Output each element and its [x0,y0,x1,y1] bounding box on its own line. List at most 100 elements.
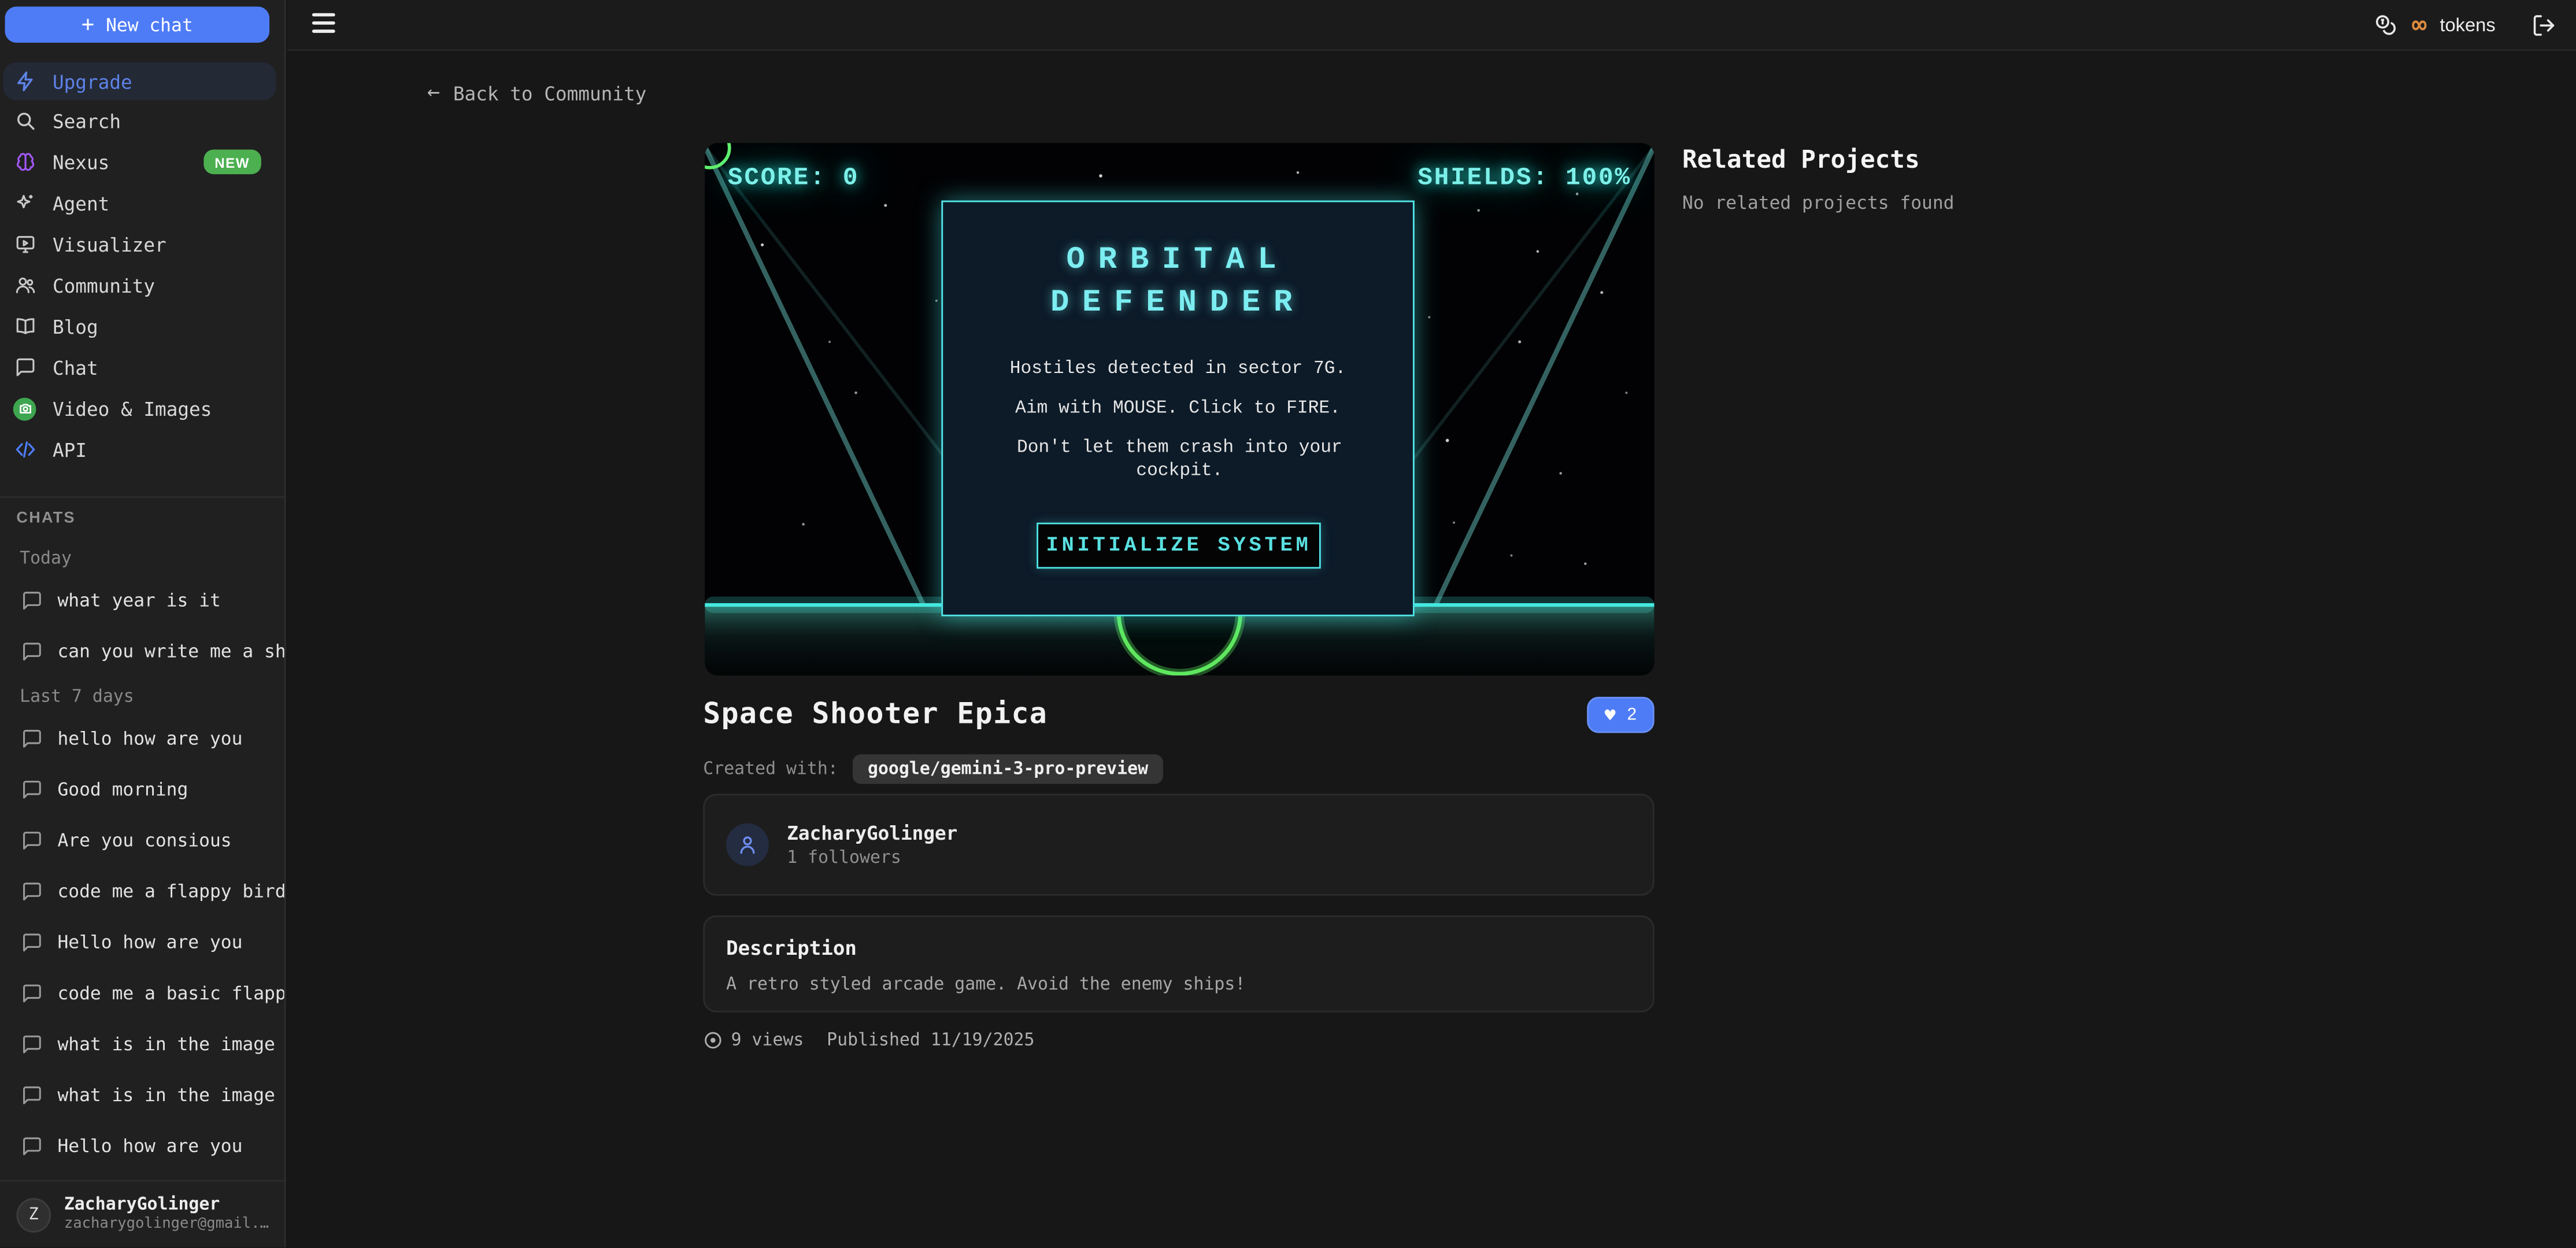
chat-bubble-icon [13,356,36,379]
eye-icon [703,1031,723,1050]
sidebar: + New chat Upgrade Search Nexus [0,0,286,1248]
chat-list-item[interactable]: what is in the image [0,1019,284,1070]
new-chat-label: New chat [106,14,193,35]
chat-bubble-icon [20,778,43,802]
search-icon [13,109,36,132]
sidebar-item-video-images[interactable]: Video & Images [0,388,284,429]
chat-item-label: what year is it [57,590,220,611]
related-projects-heading: Related Projects [1682,145,1920,174]
game-preview[interactable]: SCORE: 0 SHIELDS: 100% ORBITAL DEFENDER … [705,143,1655,675]
brain-icon [13,150,36,173]
heart-icon: ♥ [1605,706,1616,724]
app-root: + New chat Upgrade Search Nexus [0,0,2576,1248]
chat-item-label: code me a flappy bird gam [57,881,284,902]
sidebar-divider [0,496,284,498]
author-followers: 1 followers [787,846,957,870]
chat-bubble-icon [20,727,43,750]
zap-icon [13,70,36,93]
sidebar-item-label: API [53,438,87,461]
topbar-right: ∞ tokens [2374,0,2556,51]
published-label: Published 11/19/2025 [827,1031,1034,1050]
chat-item-label: hello how are you [57,728,242,749]
meta-row: 9 views Published 11/19/2025 [703,1031,1034,1050]
game-text-line1: Hostiles detected in sector 7G. [943,360,1413,379]
chats-header: CHATS [16,509,75,527]
sidebar-nav: Upgrade Search Nexus NEW Agent [0,62,284,470]
sidebar-item-agent[interactable]: Agent [0,182,284,223]
sidebar-item-label: Search [53,109,121,132]
chat-list-item[interactable]: what is in the image [0,1070,284,1121]
menu-icon[interactable] [312,13,335,33]
shields-label: SHIELDS: 100% [1417,164,1631,192]
game-text-line2: Aim with MOUSE. Click to FIRE. [943,400,1413,419]
chat-item-label: Hello how are you [57,932,242,953]
like-count: 2 [1627,705,1637,725]
logout-icon[interactable] [2531,13,2556,38]
game-text-line3: Don't let them crash into your cockpit. [982,437,1376,483]
chat-list-item[interactable]: code me a basic flappy bi [0,968,284,1019]
game-title-line2: DEFENDER [943,285,1413,321]
monitor-play-icon [13,232,36,256]
chat-list-item[interactable]: Hello how are you [0,1121,284,1172]
chat-group-label-last7: Last 7 days [0,677,284,714]
chat-list-item[interactable]: code me a flappy bird gam [0,866,284,917]
chat-list-item[interactable]: Hello how are you [0,917,284,968]
sidebar-item-community[interactable]: Community [0,265,284,306]
chat-bubble-icon [20,640,43,663]
chat-bubble-icon [20,880,43,903]
chat-bubble-icon [20,931,43,954]
sidebar-item-nexus[interactable]: Nexus NEW [0,141,284,182]
chat-bubble-icon [20,982,43,1005]
arrow-left-icon: ← [427,80,440,105]
like-button[interactable]: ♥ 2 [1587,697,1655,733]
sparkle-icon [13,191,36,215]
chat-list-item[interactable]: what year is it [0,575,284,626]
page-title: Space Shooter Epica [703,699,1048,732]
back-label: Back to Community [453,82,646,105]
initialize-system-button[interactable]: INITIALIZE SYSTEM [1037,523,1321,569]
sidebar-item-visualizer[interactable]: Visualizer [0,223,284,264]
code-icon [13,438,36,461]
game-title-line1: ORBITAL [943,242,1413,278]
plus-icon: + [82,14,94,35]
chat-list-item[interactable]: Good morning [0,764,284,815]
chat-bubble-icon [20,829,43,852]
sidebar-item-label: Upgrade [53,70,132,93]
sidebar-item-label: Nexus [53,150,109,173]
chat-list-item[interactable]: hello how are you [0,713,284,764]
topbar: ∞ tokens [287,0,2576,51]
chat-item-label: what is in the image [57,1033,275,1055]
users-icon [13,274,36,297]
views-counter: 9 views [703,1031,804,1050]
sidebar-item-api[interactable]: API [0,429,284,470]
sidebar-item-label: Visualizer [53,232,166,256]
chat-list-item[interactable]: can you write me a short [0,626,284,677]
new-chat-button[interactable]: + New chat [5,6,270,43]
chat-list: Today what year is it can you write me a… [0,539,284,1172]
chat-item-label: Good morning [57,779,188,800]
chat-item-label: what is in the image [57,1085,275,1106]
sidebar-item-blog[interactable]: Blog [0,306,284,347]
chat-item-label: Are you consious [57,830,231,851]
created-with-row: Created with: google/gemini-3-pro-previe… [703,754,1163,784]
author-card[interactable]: ZacharyGolinger 1 followers [703,794,1654,896]
views-label: 9 views [731,1031,804,1050]
sidebar-item-chat[interactable]: Chat [0,347,284,388]
created-with-label: Created with: [703,759,838,779]
sidebar-item-label: Video & Images [53,397,212,420]
author-name: ZacharyGolinger [787,819,957,846]
back-to-community-link[interactable]: ← Back to Community [427,80,646,105]
model-badge: google/gemini-3-pro-preview [853,754,1163,784]
chat-item-label: Hello how are you [57,1136,242,1157]
chat-bubble-icon [20,589,43,612]
chat-list-item[interactable]: Are you consious [0,815,284,866]
score-label: SCORE: 0 [728,164,859,192]
chat-item-label: code me a basic flappy bi [57,983,284,1004]
person-icon [726,824,769,866]
sidebar-user-footer[interactable]: Z ZacharyGolinger zacharygolinger@gmail.… [0,1181,284,1248]
user-email: zacharygolinger@gmail.… [64,1217,269,1235]
sidebar-item-search[interactable]: Search [0,100,284,141]
infinity-icon: ∞ [2412,13,2427,38]
game-dialog: ORBITAL DEFENDER Hostiles detected in se… [941,201,1414,616]
sidebar-item-upgrade[interactable]: Upgrade [3,62,276,100]
